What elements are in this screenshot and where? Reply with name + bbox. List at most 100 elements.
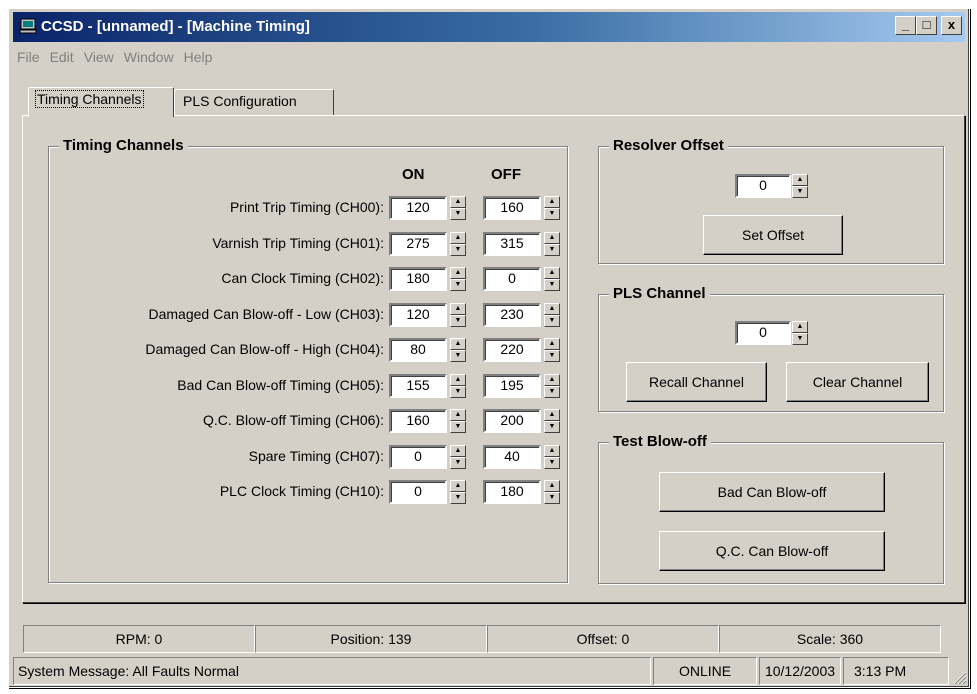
timing-off-input[interactable]: 160 — [483, 196, 541, 220]
arrow-up-icon[interactable]: ▲ — [450, 196, 466, 208]
minimize-button[interactable]: _ — [895, 16, 916, 35]
arrow-up-icon[interactable]: ▲ — [544, 445, 560, 457]
arrow-up-icon[interactable]: ▲ — [544, 196, 560, 208]
minimize-icon: _ — [901, 17, 910, 32]
close-button[interactable]: x — [941, 16, 962, 35]
arrow-down-icon[interactable]: ▼ — [544, 386, 560, 398]
arrow-down-icon[interactable]: ▼ — [544, 350, 560, 362]
arrow-down-icon[interactable]: ▼ — [450, 315, 466, 327]
timing-off-input[interactable]: 40 — [483, 445, 541, 469]
timing-on-spinner[interactable]: ▲ ▼ — [450, 480, 466, 504]
menu-edit[interactable]: Edit — [45, 47, 79, 67]
arrow-down-icon[interactable]: ▼ — [450, 421, 466, 433]
arrow-up-icon[interactable]: ▲ — [450, 232, 466, 244]
tab-timing-channels[interactable]: Timing Channels — [28, 87, 174, 117]
pls-channel-input[interactable]: 0 — [735, 321, 791, 345]
online-status: ONLINE — [653, 657, 757, 685]
arrow-up-icon[interactable]: ▲ — [792, 321, 808, 333]
timing-on-input[interactable]: 0 — [389, 480, 447, 504]
arrow-up-icon[interactable]: ▲ — [544, 409, 560, 421]
arrow-down-icon[interactable]: ▼ — [450, 492, 466, 504]
timing-on-input[interactable]: 120 — [389, 303, 447, 327]
timing-off-input[interactable]: 195 — [483, 374, 541, 398]
arrow-down-icon[interactable]: ▼ — [544, 208, 560, 220]
restore-button[interactable]: □ — [916, 16, 937, 35]
arrow-up-icon[interactable]: ▲ — [450, 303, 466, 315]
arrow-down-icon[interactable]: ▼ — [450, 386, 466, 398]
arrow-up-icon[interactable]: ▲ — [450, 338, 466, 350]
arrow-down-icon[interactable]: ▼ — [544, 315, 560, 327]
timing-off-input[interactable]: 200 — [483, 409, 541, 433]
arrow-up-icon[interactable]: ▲ — [544, 232, 560, 244]
title-bar[interactable]: CCSD - [unnamed] - [Machine Timing] _ □ … — [13, 12, 965, 42]
arrow-up-icon[interactable]: ▲ — [544, 303, 560, 315]
timing-off-spinner[interactable]: ▲ ▼ — [544, 232, 560, 256]
timing-on-spinner[interactable]: ▲ ▼ — [450, 267, 466, 291]
arrow-down-icon[interactable]: ▼ — [450, 457, 466, 469]
timing-off-spinner[interactable]: ▲ ▼ — [544, 374, 560, 398]
arrow-down-icon[interactable]: ▼ — [450, 350, 466, 362]
timing-off-input[interactable]: 180 — [483, 480, 541, 504]
timing-on-spinner[interactable]: ▲ ▼ — [450, 303, 466, 327]
arrow-up-icon[interactable]: ▲ — [450, 409, 466, 421]
timing-on-spinner[interactable]: ▲ ▼ — [450, 232, 466, 256]
arrow-up-icon[interactable]: ▲ — [792, 174, 808, 186]
arrow-down-icon[interactable]: ▼ — [450, 279, 466, 291]
bad-can-blowoff-button[interactable]: Bad Can Blow-off — [659, 472, 885, 512]
arrow-up-icon[interactable]: ▲ — [544, 267, 560, 279]
timing-on-spinner[interactable]: ▲ ▼ — [450, 445, 466, 469]
timing-off-spinner[interactable]: ▲ ▼ — [544, 480, 560, 504]
menu-help[interactable]: Help — [179, 47, 218, 67]
arrow-down-icon[interactable]: ▼ — [544, 279, 560, 291]
timing-on-spinner[interactable]: ▲ ▼ — [450, 338, 466, 362]
timing-off-spinner[interactable]: ▲ ▼ — [544, 196, 560, 220]
menu-view[interactable]: View — [79, 47, 119, 67]
timing-off-input[interactable]: 0 — [483, 267, 541, 291]
timing-on-spinner[interactable]: ▲ ▼ — [450, 196, 466, 220]
arrow-up-icon[interactable]: ▲ — [544, 374, 560, 386]
timing-on-input[interactable]: 180 — [389, 267, 447, 291]
timing-off-spinner[interactable]: ▲ ▼ — [544, 409, 560, 433]
timing-on-spinner[interactable]: ▲ ▼ — [450, 409, 466, 433]
timing-off-spinner[interactable]: ▲ ▼ — [544, 338, 560, 362]
clear-channel-button[interactable]: Clear Channel — [786, 362, 929, 402]
timing-on-input[interactable]: 275 — [389, 232, 447, 256]
arrow-up-icon[interactable]: ▲ — [450, 445, 466, 457]
pls-channel-spinner[interactable]: ▲ ▼ — [792, 321, 808, 345]
set-offset-button[interactable]: Set Offset — [703, 215, 843, 255]
timing-on-input[interactable]: 160 — [389, 409, 447, 433]
resize-grip-icon[interactable] — [953, 671, 967, 685]
arrow-down-icon[interactable]: ▼ — [792, 186, 808, 198]
arrow-up-icon[interactable]: ▲ — [544, 480, 560, 492]
arrow-down-icon[interactable]: ▼ — [544, 244, 560, 256]
timing-off-spinner[interactable]: ▲ ▼ — [544, 267, 560, 291]
timing-off-spinner[interactable]: ▲ ▼ — [544, 303, 560, 327]
arrow-down-icon[interactable]: ▼ — [544, 421, 560, 433]
timing-off-spinner[interactable]: ▲ ▼ — [544, 445, 560, 469]
resolver-offset-spinner[interactable]: ▲ ▼ — [792, 174, 808, 198]
timing-on-input[interactable]: 80 — [389, 338, 447, 362]
arrow-down-icon[interactable]: ▼ — [544, 492, 560, 504]
arrow-up-icon[interactable]: ▲ — [450, 374, 466, 386]
arrow-up-icon[interactable]: ▲ — [450, 267, 466, 279]
timing-off-input[interactable]: 315 — [483, 232, 541, 256]
resolver-offset-input[interactable]: 0 — [735, 174, 791, 198]
timing-on-input[interactable]: 0 — [389, 445, 447, 469]
menu-file[interactable]: File — [13, 47, 45, 67]
arrow-down-icon[interactable]: ▼ — [450, 208, 466, 220]
arrow-up-icon[interactable]: ▲ — [450, 480, 466, 492]
timing-on-input[interactable]: 155 — [389, 374, 447, 398]
timing-on-input[interactable]: 120 — [389, 196, 447, 220]
tab-pls-configuration[interactable]: PLS Configuration — [174, 89, 334, 116]
arrow-down-icon[interactable]: ▼ — [544, 457, 560, 469]
qc-can-blowoff-button[interactable]: Q.C. Can Blow-off — [659, 531, 885, 571]
arrow-down-icon[interactable]: ▼ — [792, 333, 808, 345]
timing-row-label: Damaged Can Blow-off - Low (CH03): — [148, 306, 384, 322]
timing-off-input[interactable]: 220 — [483, 338, 541, 362]
timing-off-input[interactable]: 230 — [483, 303, 541, 327]
arrow-down-icon[interactable]: ▼ — [450, 244, 466, 256]
arrow-up-icon[interactable]: ▲ — [544, 338, 560, 350]
timing-on-spinner[interactable]: ▲ ▼ — [450, 374, 466, 398]
menu-window[interactable]: Window — [119, 47, 179, 67]
recall-channel-button[interactable]: Recall Channel — [626, 362, 767, 402]
